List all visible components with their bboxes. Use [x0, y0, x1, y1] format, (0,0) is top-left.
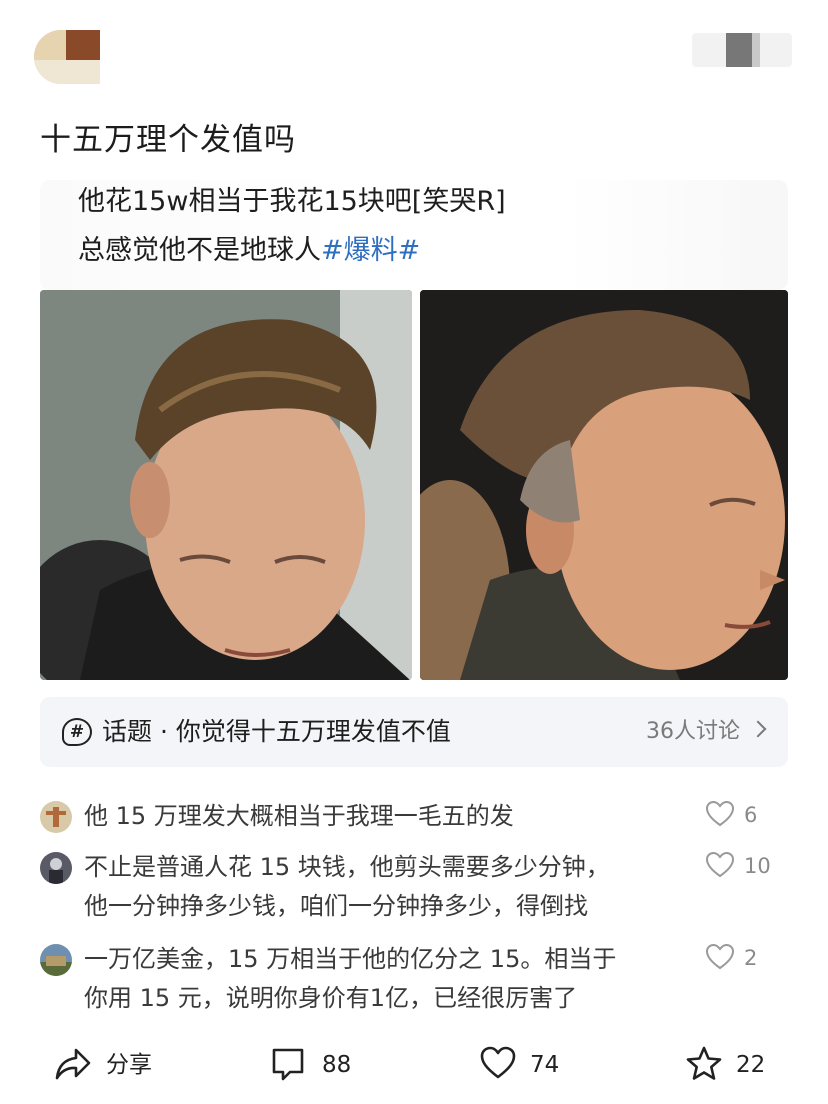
chevron-right-icon: [749, 720, 767, 738]
quoted-post-line-2: 总感觉他不是地球人#爆料#: [78, 231, 420, 271]
share-button[interactable]: 分享: [54, 1046, 174, 1086]
comment-line: 你用 15 元，说明你身价有1亿，已经很厉害了: [84, 984, 578, 1012]
comment-text: 不止是普通人花 15 块钱，他剪头需要多少分钟， 他一分钟挣多少钱，咱们一分钟挣…: [84, 848, 684, 926]
like-count: 74: [530, 1052, 560, 1078]
hashtag-link[interactable]: #爆料#: [321, 235, 420, 266]
hashtag-bubble-icon: #: [62, 718, 92, 746]
comment-text: 他 15 万理发大概相当于我理一毛五的发: [84, 797, 684, 836]
topic-label: 话题 · 你觉得十五万理发值不值: [102, 717, 451, 746]
comment-count: 88: [322, 1052, 352, 1078]
heart-icon[interactable]: [706, 801, 734, 827]
quoted-post-card[interactable]: 他花15w相当于我花15块吧[笑哭R] 总感觉他不是地球人#爆料#: [40, 180, 788, 290]
post-title: 十五万理个发值吗: [40, 122, 296, 158]
post-image-right[interactable]: [420, 290, 788, 680]
topic-discussion-count: 36人讨论: [646, 719, 740, 744]
topic-bar[interactable]: # 话题 · 你觉得十五万理发值不值 36人讨论: [40, 697, 788, 767]
share-arrow-icon: [55, 1048, 91, 1080]
comment-bubble-icon: [272, 1048, 304, 1081]
comment-like-count: 6: [744, 803, 758, 827]
comment-line: 不止是普通人花 15 块钱，他剪头需要多少分钟，: [84, 853, 610, 881]
share-label: 分享: [106, 1052, 152, 1078]
like-button[interactable]: 74: [480, 1046, 590, 1086]
comment-like-count: 2: [744, 946, 758, 970]
follow-button-fill: [726, 33, 752, 67]
favorite-button[interactable]: 22: [686, 1046, 786, 1086]
comment-like-count: 10: [744, 854, 771, 878]
author-avatar[interactable]: [34, 30, 100, 84]
quoted-post-line-1: 他花15w相当于我花15块吧[笑哭R]: [78, 186, 506, 217]
follow-button[interactable]: [692, 33, 792, 67]
commenter-avatar[interactable]: [40, 944, 72, 976]
commenter-avatar[interactable]: [40, 852, 72, 884]
follow-button-shade: [752, 33, 760, 67]
comment-button[interactable]: 88: [270, 1046, 380, 1086]
commenter-avatar[interactable]: [40, 801, 72, 833]
quoted-post-text: 总感觉他不是地球人: [78, 235, 321, 266]
post-page: 十五万理个发值吗 他花15w相当于我花15块吧[笑哭R] 总感觉他不是地球人#爆…: [0, 0, 828, 1104]
heart-icon[interactable]: [706, 852, 734, 878]
portrait-right-illustration: [420, 290, 788, 680]
portrait-left-illustration: [40, 290, 412, 680]
heart-icon: [480, 1046, 516, 1079]
comment-line: 他一分钟挣多少钱，咱们一分钟挣多少，得倒找: [84, 892, 588, 920]
comment-line: 他 15 万理发大概相当于我理一毛五的发: [84, 802, 514, 830]
comment-line: 一万亿美金，15 万相当于他的亿分之 15。相当于: [84, 945, 617, 973]
comment-text: 一万亿美金，15 万相当于他的亿分之 15。相当于 你用 15 元，说明你身价有…: [84, 940, 684, 1018]
post-image-left[interactable]: [40, 290, 412, 680]
heart-icon[interactable]: [706, 944, 734, 970]
favorite-count: 22: [736, 1052, 766, 1078]
star-icon: [686, 1046, 722, 1080]
